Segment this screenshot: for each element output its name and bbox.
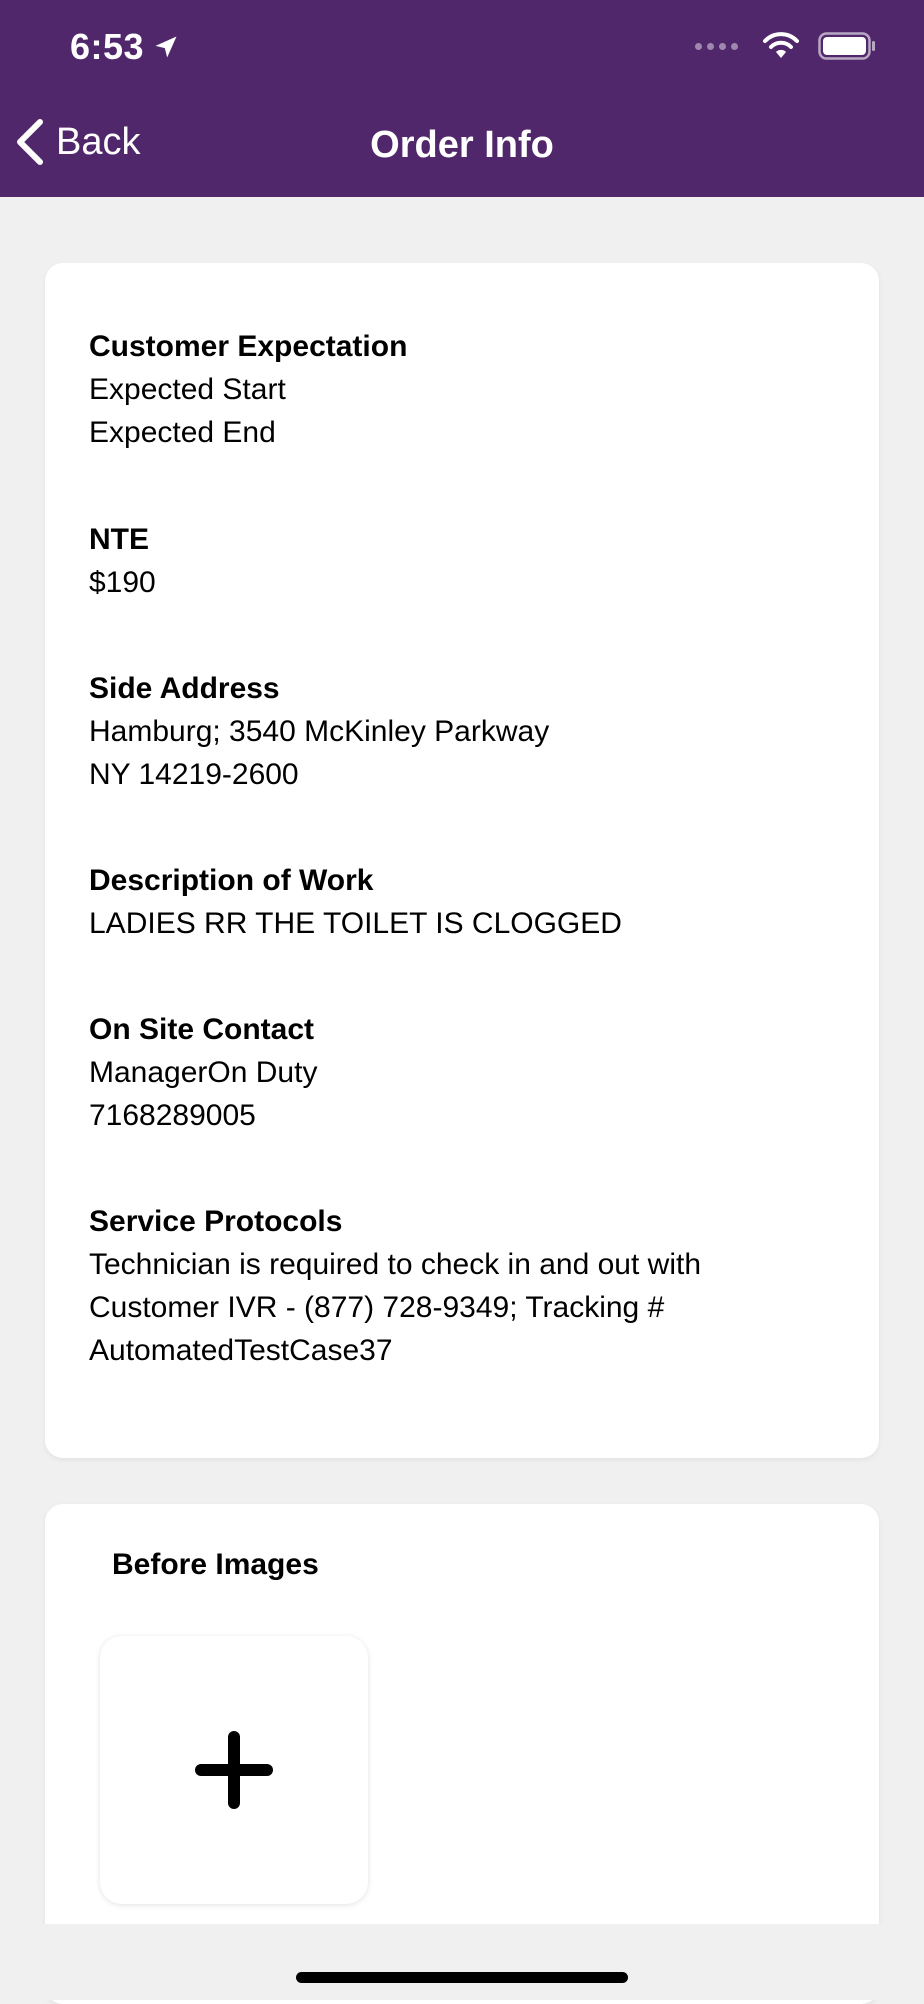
- side-address-section: Side Address Hamburg; 3540 McKinley Park…: [89, 667, 839, 796]
- bottom-safe-area: [0, 1924, 924, 2000]
- status-time: 6:53: [70, 26, 180, 68]
- page-title: Order Info: [370, 124, 554, 166]
- nte-section: NTE $190: [89, 518, 839, 604]
- nav-header: 6:53 Back Order Info: [0, 0, 924, 197]
- contact-phone[interactable]: 7168289005: [89, 1094, 839, 1137]
- expected-start: Expected Start: [89, 373, 286, 406]
- protocol-line-2: Customer IVR - (877) 728-9349; Tracking …: [89, 1291, 665, 1324]
- nte-value: $190: [89, 566, 156, 599]
- address-line-1: Hamburg; 3540 McKinley Parkway: [89, 715, 550, 748]
- section-title: Side Address: [89, 672, 280, 705]
- protocol-line-1: Technician is required to check in and o…: [89, 1248, 702, 1281]
- add-before-image-button[interactable]: [100, 1636, 368, 1904]
- section-title: NTE: [89, 523, 149, 556]
- battery-icon: [818, 32, 875, 60]
- on-site-contact-section: On Site Contact ManagerOn Duty 716828900…: [89, 1008, 839, 1137]
- section-title: On Site Contact: [89, 1013, 315, 1046]
- protocol-line-3: AutomatedTestCase37: [89, 1334, 393, 1367]
- plus-icon: [195, 1731, 273, 1809]
- description-of-work-section: Description of Work LADIES RR THE TOILET…: [89, 859, 839, 945]
- customer-expectation-section: Customer Expectation Expected Start Expe…: [89, 325, 839, 454]
- status-indicators: [695, 32, 876, 60]
- before-images-title: Before Images: [112, 1548, 319, 1581]
- cellular-signal-icon: [695, 42, 738, 50]
- section-title: Description of Work: [89, 864, 374, 897]
- service-protocols-section: Service Protocols Technician is required…: [89, 1200, 839, 1372]
- address-line-2: NY 14219-2600: [89, 758, 299, 791]
- home-indicator[interactable]: [296, 1972, 628, 1983]
- wifi-icon: [763, 32, 799, 58]
- location-arrow-icon: [155, 36, 177, 58]
- order-info-card: Customer Expectation Expected Start Expe…: [45, 263, 879, 1458]
- contact-name: ManagerOn Duty: [89, 1056, 318, 1089]
- expected-end: Expected End: [89, 416, 276, 449]
- status-time-text: 6:53: [70, 26, 145, 67]
- section-title: Customer Expectation: [89, 330, 408, 363]
- work-description: LADIES RR THE TOILET IS CLOGGED: [89, 907, 622, 940]
- section-title: Service Protocols: [89, 1205, 343, 1238]
